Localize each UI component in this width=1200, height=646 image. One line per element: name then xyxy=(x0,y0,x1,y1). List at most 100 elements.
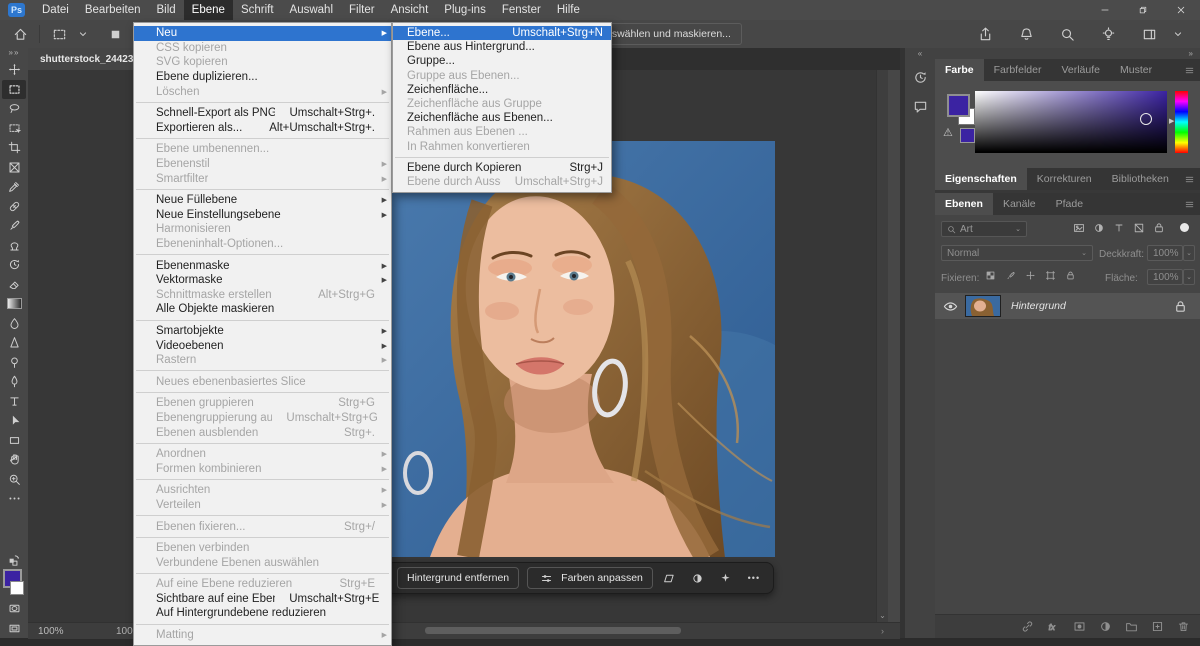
brush-tool[interactable] xyxy=(2,216,26,236)
menu-item-gruppe[interactable]: Gruppe... xyxy=(393,54,611,68)
rectangular-marquee-tool[interactable] xyxy=(2,80,26,100)
menu-item-ebenenmaske[interactable]: Ebenenmaske▶ xyxy=(134,258,391,273)
add-layer-mask-icon[interactable] xyxy=(1073,620,1086,633)
menubar-item-hilfe[interactable]: Hilfe xyxy=(549,0,588,20)
menu-item-neue-einstellungsebene[interactable]: Neue Einstellungsebene▶ xyxy=(134,208,391,223)
eraser-tool[interactable] xyxy=(2,275,26,295)
toolbar-collapse-handle[interactable]: »» xyxy=(9,48,20,60)
screen-mode-button[interactable] xyxy=(2,619,26,639)
menubar-item-filter[interactable]: Filter xyxy=(341,0,383,20)
menu-item-ebene-durch-kopieren[interactable]: Ebene durch KopierenStrg+J xyxy=(393,161,611,175)
menubar-item-schrift[interactable]: Schrift xyxy=(233,0,282,20)
dodge-tool[interactable] xyxy=(2,353,26,373)
shape-tool[interactable] xyxy=(2,431,26,451)
type-tool[interactable] xyxy=(2,392,26,412)
layers-tab-kanle[interactable]: Kanäle xyxy=(993,193,1046,215)
swap-colors-button[interactable] xyxy=(2,551,26,567)
menu-item-alle-objekte-maskieren[interactable]: Alle Objekte maskieren xyxy=(134,302,391,317)
panel-menu-icon[interactable] xyxy=(1185,175,1194,184)
menu-item-smartobjekte[interactable]: Smartobjekte▶ xyxy=(134,324,391,339)
layer-filter-search[interactable]: Art ⌄ xyxy=(941,221,1027,237)
more-icon[interactable]: ••• xyxy=(745,569,763,587)
menu-item-zeichenfl-che[interactable]: Zeichenfläche... xyxy=(393,83,611,97)
properties-tab-bibliotheken[interactable]: Bibliotheken xyxy=(1102,168,1179,190)
color-tab-verlufe[interactable]: Verläufe xyxy=(1051,59,1110,81)
icon-dock-collapse[interactable]: « xyxy=(905,48,935,59)
saturation-brightness-field[interactable] xyxy=(975,91,1167,153)
object-selection-tool[interactable] xyxy=(2,119,26,139)
remove-background-button[interactable]: Hintergrund entfernen xyxy=(397,567,519,589)
menu-item-ebene-aus-hintergrund[interactable]: Ebene aus Hintergrund... xyxy=(393,40,611,54)
comments-panel-button[interactable] xyxy=(909,95,931,117)
tool-preset-marquee[interactable] xyxy=(47,22,71,46)
layer-style-fx-icon[interactable]: fx xyxy=(1047,620,1060,633)
background-color-swatch[interactable] xyxy=(10,581,24,595)
adjustment-layer-filter-icon[interactable] xyxy=(1093,222,1105,234)
lock-image-pixels-icon[interactable] xyxy=(1005,270,1016,281)
menu-item-ebene[interactable]: Ebene...Umschalt+Strg+N xyxy=(393,26,611,40)
adjust-icon[interactable] xyxy=(689,569,707,587)
workspace-icon[interactable] xyxy=(1137,22,1161,46)
menu-item-schnell-export-als-png[interactable]: Schnell-Export als PNGUmschalt+Strg+. xyxy=(134,106,391,121)
new-layer-icon[interactable] xyxy=(1151,620,1164,633)
blend-mode-select[interactable]: Normal ⌄ xyxy=(941,245,1093,261)
layer-lock-icon[interactable] xyxy=(1173,299,1188,314)
share-icon[interactable] xyxy=(973,22,997,46)
restore-button[interactable] xyxy=(1124,0,1162,20)
sharpen-tool[interactable] xyxy=(2,333,26,353)
history-brush-tool[interactable] xyxy=(2,255,26,275)
frame-tool[interactable] xyxy=(2,158,26,178)
crop-tool[interactable] xyxy=(2,138,26,158)
hand-tool[interactable] xyxy=(2,450,26,470)
scroll-right-icon[interactable]: › xyxy=(881,626,884,636)
opacity-caret[interactable]: ⌄ xyxy=(1183,245,1195,261)
menu-item-ebene-duplizieren[interactable]: Ebene duplizieren... xyxy=(134,70,391,85)
layers-tab-pfade[interactable]: Pfade xyxy=(1046,193,1093,215)
menubar-item-bearbeiten[interactable]: Bearbeiten xyxy=(77,0,149,20)
layer-visibility-eye-icon[interactable] xyxy=(935,299,965,314)
menubar-item-auswahl[interactable]: Auswahl xyxy=(282,0,341,20)
pen-tool[interactable] xyxy=(2,372,26,392)
menu-item-sichtbare-auf-eine-ebene-reduzieren[interactable]: Sichtbare auf eine Ebene reduzierenUmsch… xyxy=(134,592,391,607)
properties-tab-korrekturen[interactable]: Korrekturen xyxy=(1027,168,1102,190)
shape-layer-filter-icon[interactable] xyxy=(1133,222,1145,234)
pixel-layer-filter-icon[interactable] xyxy=(1073,222,1085,234)
lasso-tool[interactable] xyxy=(2,99,26,119)
menubar-item-plugins[interactable]: Plug-ins xyxy=(436,0,494,20)
bell-icon[interactable] xyxy=(1014,22,1038,46)
healing-brush-tool[interactable] xyxy=(2,197,26,217)
harmonize-icon[interactable] xyxy=(717,569,735,587)
color-tab-muster[interactable]: Muster xyxy=(1110,59,1162,81)
vertical-scrollbar[interactable]: ⌄ xyxy=(876,70,888,622)
menu-item-neue-f-llebene[interactable]: Neue Füllebene▶ xyxy=(134,193,391,208)
panel-menu-icon[interactable] xyxy=(1185,200,1194,209)
menu-item-exportieren-als[interactable]: Exportieren als...Alt+Umschalt+Strg+. xyxy=(134,121,391,136)
gamut-color-swatch[interactable] xyxy=(960,128,975,143)
color-picker-cursor[interactable] xyxy=(1140,113,1152,125)
menubar-item-bild[interactable]: Bild xyxy=(148,0,183,20)
blur-tool[interactable] xyxy=(2,314,26,334)
panel-dock-collapse[interactable]: » xyxy=(935,48,1200,59)
transform-icon[interactable] xyxy=(661,569,679,587)
close-button[interactable] xyxy=(1162,0,1200,20)
menubar-item-ansicht[interactable]: Ansicht xyxy=(383,0,437,20)
new-selection-mode[interactable] xyxy=(103,22,127,46)
menubar-item-fenster[interactable]: Fenster xyxy=(494,0,549,20)
menu-item-auf-hintergrundebene-reduzieren[interactable]: Auf Hintergrundebene reduzieren xyxy=(134,606,391,621)
menu-item-vektormaske[interactable]: Vektormaske▶ xyxy=(134,273,391,288)
minimize-button[interactable] xyxy=(1086,0,1124,20)
move-tool[interactable] xyxy=(2,60,26,80)
new-group-icon[interactable] xyxy=(1125,620,1138,633)
opacity-input[interactable]: 100% xyxy=(1147,245,1183,261)
menu-item-videoebenen[interactable]: Videoebenen▶ xyxy=(134,338,391,353)
layer-thumbnail[interactable] xyxy=(965,295,1001,317)
gamut-warning-icon[interactable]: ⚠ xyxy=(943,126,953,139)
horizontal-scrollbar-thumb[interactable] xyxy=(425,627,681,634)
adjust-colors-button[interactable]: Farben anpassen xyxy=(527,567,653,589)
lock-artboard-icon[interactable] xyxy=(1045,270,1056,281)
path-selection-tool[interactable] xyxy=(2,411,26,431)
color-tab-farbe[interactable]: Farbe xyxy=(935,59,984,81)
layer-filter-toggle[interactable] xyxy=(1180,223,1189,232)
smart-object-filter-icon[interactable] xyxy=(1153,222,1165,234)
lock-transparent-pixels-icon[interactable] xyxy=(985,270,996,281)
